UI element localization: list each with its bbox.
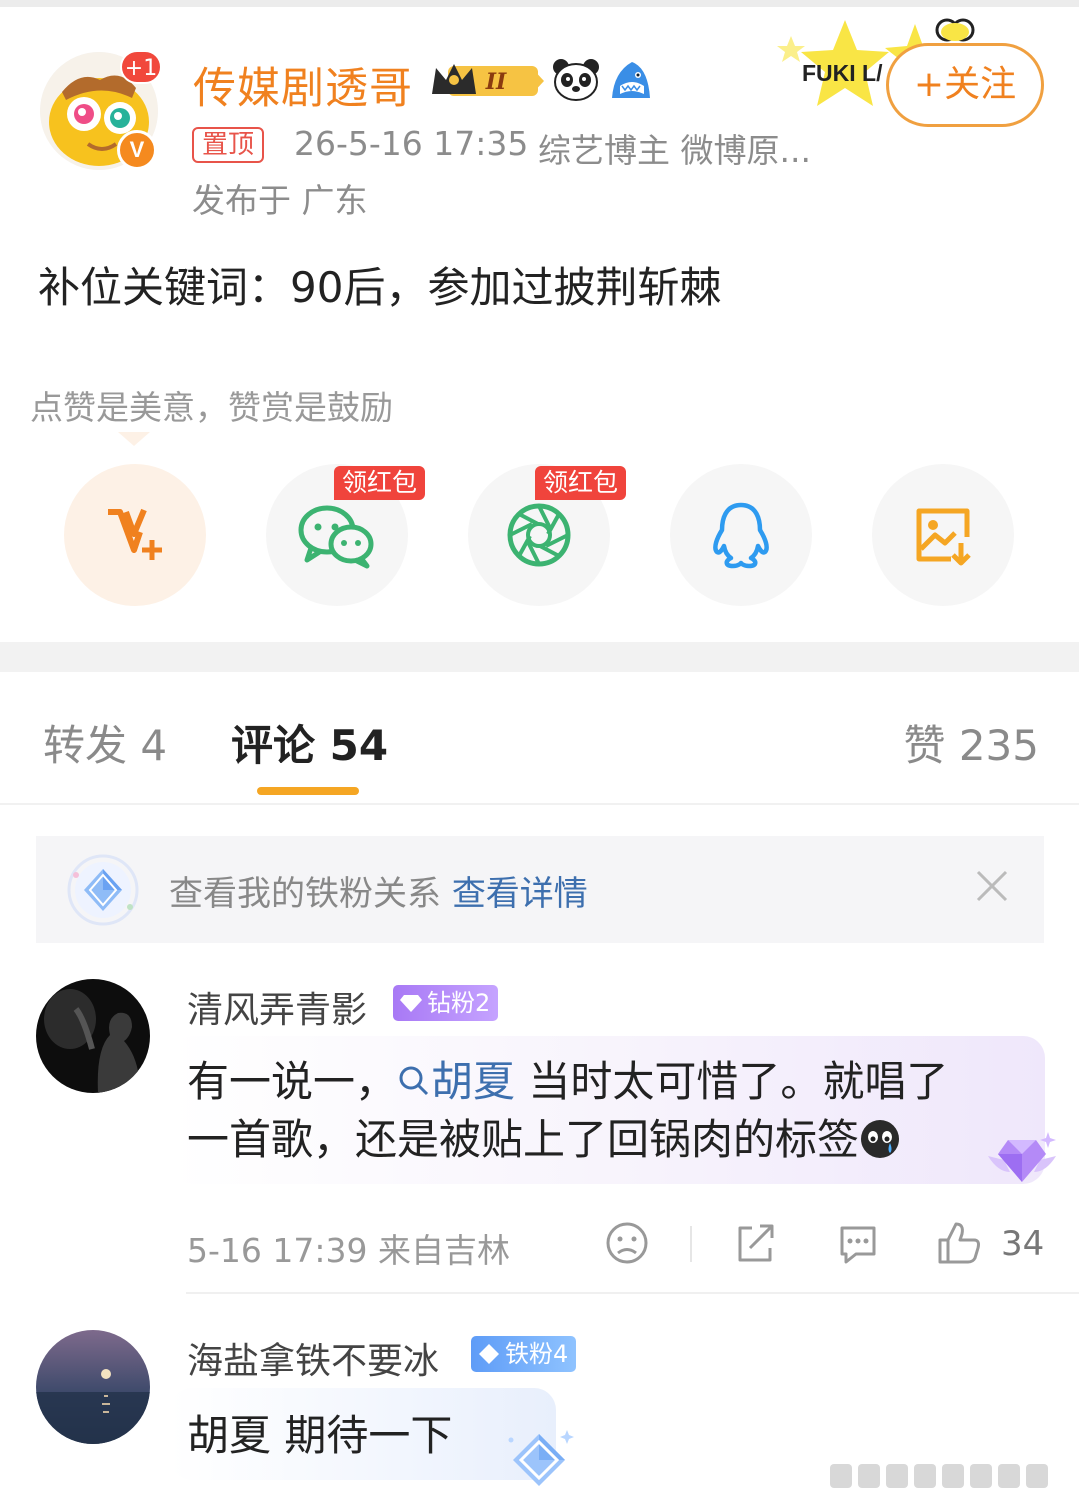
panda-icon [553, 59, 599, 101]
top-divider [0, 0, 1079, 7]
save-image-button[interactable] [872, 464, 1014, 606]
diamond-icon [67, 854, 139, 926]
hongbao-tag: 领红包 [334, 466, 426, 500]
fan-badge: 铁粉4 [471, 1336, 577, 1372]
decoration-text: FUKI L/ [802, 60, 883, 86]
iron-fan-banner[interactable]: 查看我的铁粉关系 查看详情 [36, 836, 1044, 943]
weibo-watermark-icon [830, 1464, 1048, 1488]
comment-text: 胡夏 期待一下 [187, 1411, 453, 1460]
post-source: 综艺博主 微博原... [538, 131, 811, 170]
post-location: 发布于 广东 [192, 181, 368, 220]
comment-like-count: 34 [1001, 1224, 1045, 1264]
post-time: 26-5-16 17:35 [294, 124, 529, 163]
iron-fan-decoration-icon [508, 1430, 574, 1486]
level-text: II [485, 69, 507, 95]
verified-icon: V [117, 130, 157, 170]
comment-text: 有一说一， [187, 1057, 398, 1106]
shark-icon [612, 62, 650, 98]
wechat-icon [298, 505, 374, 569]
tabs-divider [0, 803, 1079, 805]
comment-text-line1: 有一说一， 胡夏 当时太可惜了。就唱了 [187, 1048, 948, 1109]
close-icon[interactable] [972, 866, 1012, 906]
banner-text: 查看我的铁粉关系 查看详情 [169, 866, 588, 915]
active-tab-indicator [257, 787, 359, 795]
tab-like[interactable]: 赞 235 [903, 712, 1039, 773]
reward-button[interactable] [64, 464, 206, 606]
banner-label: 查看我的铁粉关系 [169, 874, 441, 914]
fan-badge-label: 钻粉2 [427, 989, 491, 1017]
post-content: 补位关键词：90后，参加过披荆斩棘 [38, 263, 722, 312]
save-image-icon [916, 508, 971, 566]
tip-caret [118, 432, 150, 446]
banner-detail-link[interactable]: 查看详情 [452, 874, 588, 914]
commenter-avatar[interactable] [36, 1330, 150, 1444]
topic-text: 胡夏 [431, 1057, 516, 1106]
pinned-tag: 置顶 [192, 127, 265, 163]
comment-text-line2: 一首歌，还是被贴上了回锅肉的标签 [187, 1106, 901, 1167]
qq-icon [713, 502, 769, 569]
comment-text: 一首歌，还是被贴上了回锅肉的标签 [187, 1115, 860, 1164]
diamond-icon [479, 1344, 499, 1364]
fan-badge: 钻粉2 [393, 985, 499, 1021]
commenter-avatar[interactable] [36, 979, 150, 1093]
search-icon [399, 1066, 429, 1096]
crying-emoji-icon [861, 1120, 900, 1158]
tab-repost[interactable]: 转发 4 [43, 712, 167, 773]
diamond-fan-decoration-icon [988, 1132, 1056, 1182]
moments-icon [507, 503, 571, 567]
crown-level-badge-icon: II [432, 64, 544, 96]
comment-divider [186, 1292, 1079, 1294]
notification-badge: +1 [120, 50, 162, 84]
commenter-name[interactable]: 清风弄青影 [187, 981, 367, 1033]
section-divider [0, 642, 1079, 672]
comment-time-location: 5-16 17:39 来自吉林 [187, 1231, 510, 1270]
topic-link[interactable]: 胡夏 [397, 1057, 515, 1106]
comment-text: 当时太可惜了。就唱了 [515, 1057, 949, 1106]
commenter-name[interactable]: 海盐拿铁不要冰 [187, 1332, 439, 1384]
comment-icon[interactable] [834, 1220, 880, 1266]
action-separator [690, 1226, 692, 1262]
v-plus-icon [108, 508, 162, 560]
follow-button[interactable]: +关注 [886, 43, 1044, 127]
author-name[interactable]: 传媒剧透哥 [193, 54, 413, 116]
dislike-face-icon[interactable] [604, 1220, 650, 1266]
share-icon[interactable] [732, 1220, 778, 1266]
fan-badge-label: 铁粉4 [505, 1340, 569, 1368]
diamond-icon [400, 995, 422, 1012]
share-qq-button[interactable] [670, 464, 812, 606]
like-thumb-icon[interactable] [936, 1220, 982, 1266]
reward-tip: 点赞是美意，赞赏是鼓励 [30, 388, 393, 427]
hongbao-tag: 领红包 [535, 466, 627, 500]
tab-comment[interactable]: 评论 54 [231, 712, 388, 773]
